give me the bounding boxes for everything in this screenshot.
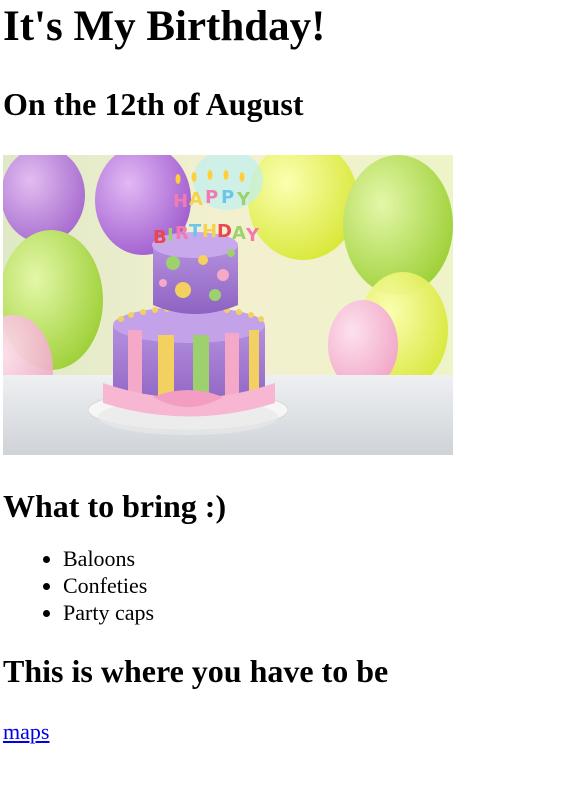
- svg-text:P: P: [221, 187, 234, 208]
- svg-text:I: I: [167, 225, 174, 246]
- svg-text:B: B: [153, 227, 167, 248]
- svg-text:A: A: [189, 189, 203, 210]
- page-body: It's My Birthday! On the 12th of August: [0, 0, 577, 745]
- svg-text:P: P: [205, 187, 218, 208]
- maps-link[interactable]: maps: [3, 719, 49, 745]
- svg-text:H: H: [173, 191, 188, 212]
- bring-heading: What to bring :): [3, 488, 227, 524]
- svg-text:H: H: [202, 221, 217, 242]
- list-item: Party caps: [63, 599, 577, 626]
- page-title: It's My Birthday!: [3, 3, 326, 50]
- date-heading: On the 12th of August: [3, 86, 304, 122]
- location-heading: This is where you have to be: [3, 653, 389, 689]
- svg-text:Y: Y: [236, 189, 251, 210]
- svg-text:Y: Y: [245, 225, 260, 246]
- bring-list: Baloons Confeties Party caps: [3, 545, 577, 626]
- svg-text:D: D: [217, 221, 232, 242]
- svg-text:T: T: [189, 221, 202, 242]
- list-item: Confeties: [63, 572, 577, 599]
- svg-text:A: A: [232, 223, 246, 244]
- svg-text:R: R: [175, 223, 189, 244]
- birthday-cake-image: H A P P Y B I R T H D A Y: [3, 155, 453, 455]
- list-item: Baloons: [63, 545, 577, 572]
